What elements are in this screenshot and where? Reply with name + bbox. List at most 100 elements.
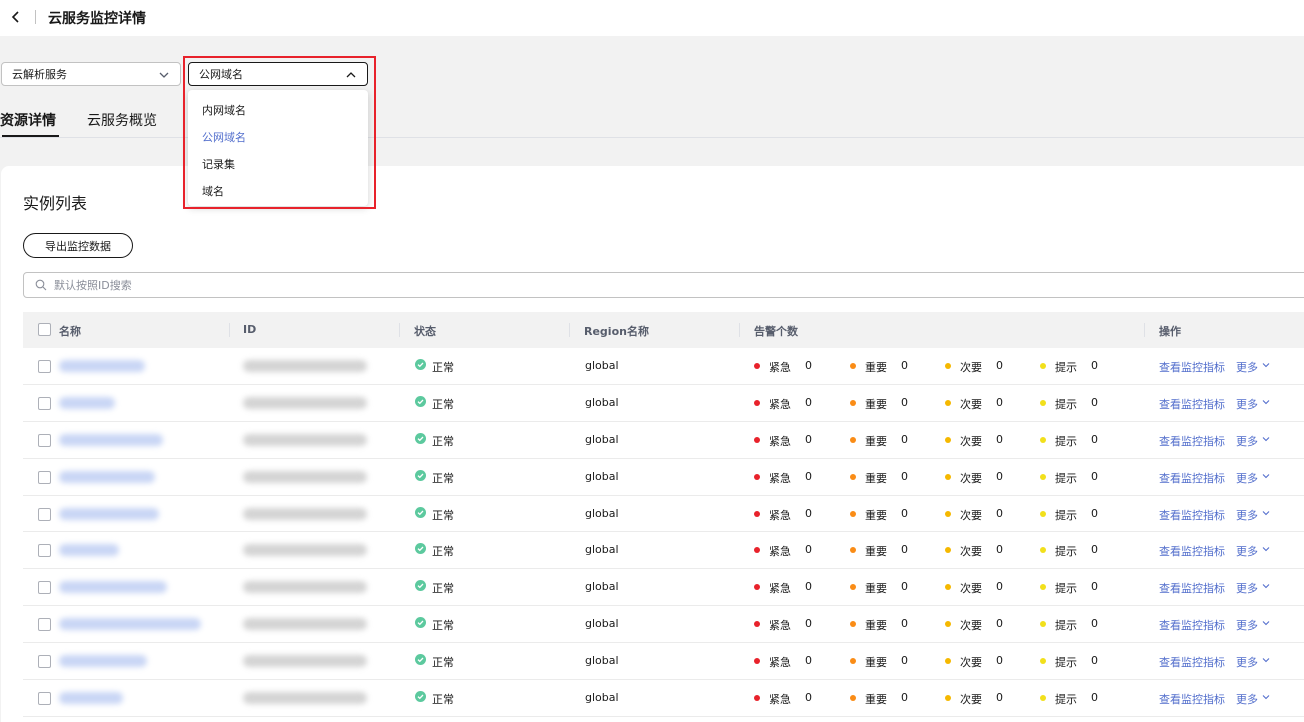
more-dropdown[interactable]: 更多: [1236, 396, 1258, 412]
alarm-urgent-count: 0: [805, 469, 812, 483]
instance-name-link[interactable]: [59, 396, 115, 409]
alarm-urgent-label: 紧急: [769, 545, 791, 559]
tab-cloud-service-overview[interactable]: 云服务概览: [87, 110, 157, 130]
view-metrics-link[interactable]: 查看监控指标: [1159, 470, 1225, 486]
instance-name-link[interactable]: [59, 618, 201, 631]
row-checkbox[interactable]: [38, 470, 51, 484]
chevron-left-icon[interactable]: [9, 10, 23, 24]
alarm-important-dot: [850, 399, 856, 406]
col-alarm-count: 告警个数: [754, 325, 798, 338]
alarm-important-count: 0: [901, 617, 908, 631]
more-dropdown[interactable]: 更多: [1236, 433, 1258, 449]
more-dropdown[interactable]: 更多: [1236, 507, 1258, 523]
alarm-hint-label: 提示: [1055, 656, 1077, 670]
instance-id: [243, 507, 367, 520]
alarm-minor-label: 次要: [960, 693, 982, 707]
alarm-hint-label: 提示: [1055, 582, 1077, 596]
alarm-important-label: 重要: [865, 693, 887, 707]
view-metrics-link[interactable]: 查看监控指标: [1159, 507, 1225, 523]
alarm-important-label: 重要: [865, 397, 887, 411]
instance-id: [243, 618, 367, 631]
instance-name-link[interactable]: [59, 544, 119, 557]
row-checkbox[interactable]: [38, 433, 51, 447]
region-text: global: [585, 691, 619, 705]
search-input[interactable]: 默认按照ID搜索: [23, 272, 1304, 298]
row-checkbox[interactable]: [38, 396, 51, 410]
instance-name-link[interactable]: [59, 360, 145, 372]
view-metrics-link[interactable]: 查看监控指标: [1159, 617, 1225, 633]
view-metrics-link[interactable]: 查看监控指标: [1159, 543, 1225, 559]
alarm-minor-count: 0: [996, 359, 1003, 372]
row-checkbox[interactable]: [38, 507, 51, 521]
status-text: 正常: [432, 471, 454, 485]
view-metrics-link[interactable]: 查看监控指标: [1159, 396, 1225, 412]
more-dropdown[interactable]: 更多: [1236, 580, 1258, 596]
chevron-down-icon: [1262, 473, 1270, 478]
view-metrics-link[interactable]: 查看监控指标: [1159, 359, 1225, 375]
instance-name-link[interactable]: [59, 507, 159, 520]
alarm-minor-count: 0: [996, 617, 1003, 631]
tab-resource-details[interactable]: 资源详情: [0, 110, 56, 130]
alarm-minor-dot: [945, 436, 951, 443]
row-checkbox[interactable]: [38, 692, 51, 706]
region-text: global: [585, 543, 619, 557]
instance-name-link[interactable]: [59, 470, 155, 483]
instance-name-link[interactable]: [59, 655, 147, 668]
more-dropdown[interactable]: 更多: [1236, 654, 1258, 670]
view-metrics-link[interactable]: 查看监控指标: [1159, 691, 1225, 707]
alarm-minor-label: 次要: [960, 545, 982, 559]
more-dropdown[interactable]: 更多: [1236, 691, 1258, 707]
instance-name-link[interactable]: [59, 433, 163, 446]
more-dropdown[interactable]: 更多: [1236, 617, 1258, 633]
alarm-minor-label: 次要: [960, 508, 982, 522]
service-select[interactable]: 云解析服务: [1, 62, 181, 86]
dropdown-option[interactable]: 公网域名: [188, 124, 368, 151]
table-row: 正常 global 紧急 0 重要 0 次要 0 提示 0 查看监控指标 更多: [23, 385, 1304, 422]
more-dropdown[interactable]: 更多: [1236, 543, 1258, 559]
chevron-down-icon: [1262, 400, 1270, 405]
check-circle-icon: [415, 359, 426, 370]
alarm-hint-label: 提示: [1055, 508, 1077, 522]
more-dropdown[interactable]: 更多: [1236, 359, 1258, 375]
alarm-important-dot: [850, 547, 856, 554]
row-checkbox[interactable]: [38, 544, 51, 558]
alarm-urgent-dot: [754, 621, 760, 628]
row-checkbox[interactable]: [38, 618, 51, 632]
instance-id: [243, 581, 367, 594]
row-checkbox[interactable]: [38, 581, 51, 595]
status-text: 正常: [432, 397, 454, 411]
col-actions: 操作: [1159, 325, 1181, 338]
region-text: global: [585, 654, 619, 668]
dropdown-option[interactable]: 内网域名: [188, 97, 368, 124]
view-metrics-link[interactable]: 查看监控指标: [1159, 580, 1225, 596]
region-text: global: [585, 506, 619, 520]
dropdown-option[interactable]: 记录集: [188, 151, 368, 178]
view-metrics-link[interactable]: 查看监控指标: [1159, 433, 1225, 449]
instance-id: [243, 544, 367, 557]
table-row: 正常 global 紧急 0 重要 0 次要 0 提示 0 查看监控指标 更多: [23, 569, 1304, 607]
alarm-important-label: 重要: [865, 582, 887, 596]
select-all-checkbox[interactable]: [38, 323, 51, 336]
row-checkbox[interactable]: [38, 655, 51, 669]
alarm-important-label: 重要: [865, 619, 887, 633]
alarm-minor-count: 0: [996, 691, 1003, 705]
more-dropdown[interactable]: 更多: [1236, 470, 1258, 486]
domain-type-select[interactable]: 公网域名: [188, 62, 368, 86]
table-row: 正常 global 紧急 0 重要 0 次要 0 提示 0 查看监控指标 更多: [23, 680, 1304, 717]
status-text: 正常: [432, 361, 454, 374]
instance-name-link[interactable]: [59, 581, 167, 594]
instance-name-link[interactable]: [59, 692, 123, 705]
alarm-urgent-dot: [754, 658, 760, 665]
row-checkbox[interactable]: [38, 360, 51, 373]
alarm-minor-dot: [945, 547, 951, 554]
alarm-urgent-dot: [754, 584, 760, 591]
alarm-important-count: 0: [901, 506, 908, 520]
chevron-up-icon: [346, 72, 356, 78]
alarm-hint-count: 0: [1091, 580, 1098, 594]
chevron-down-icon: [1262, 363, 1270, 368]
view-metrics-link[interactable]: 查看监控指标: [1159, 654, 1225, 670]
export-button[interactable]: 导出监控数据: [23, 233, 133, 258]
active-tab-indicator: [2, 135, 59, 137]
dropdown-option[interactable]: 域名: [188, 178, 368, 205]
alarm-urgent-label: 紧急: [769, 434, 791, 448]
